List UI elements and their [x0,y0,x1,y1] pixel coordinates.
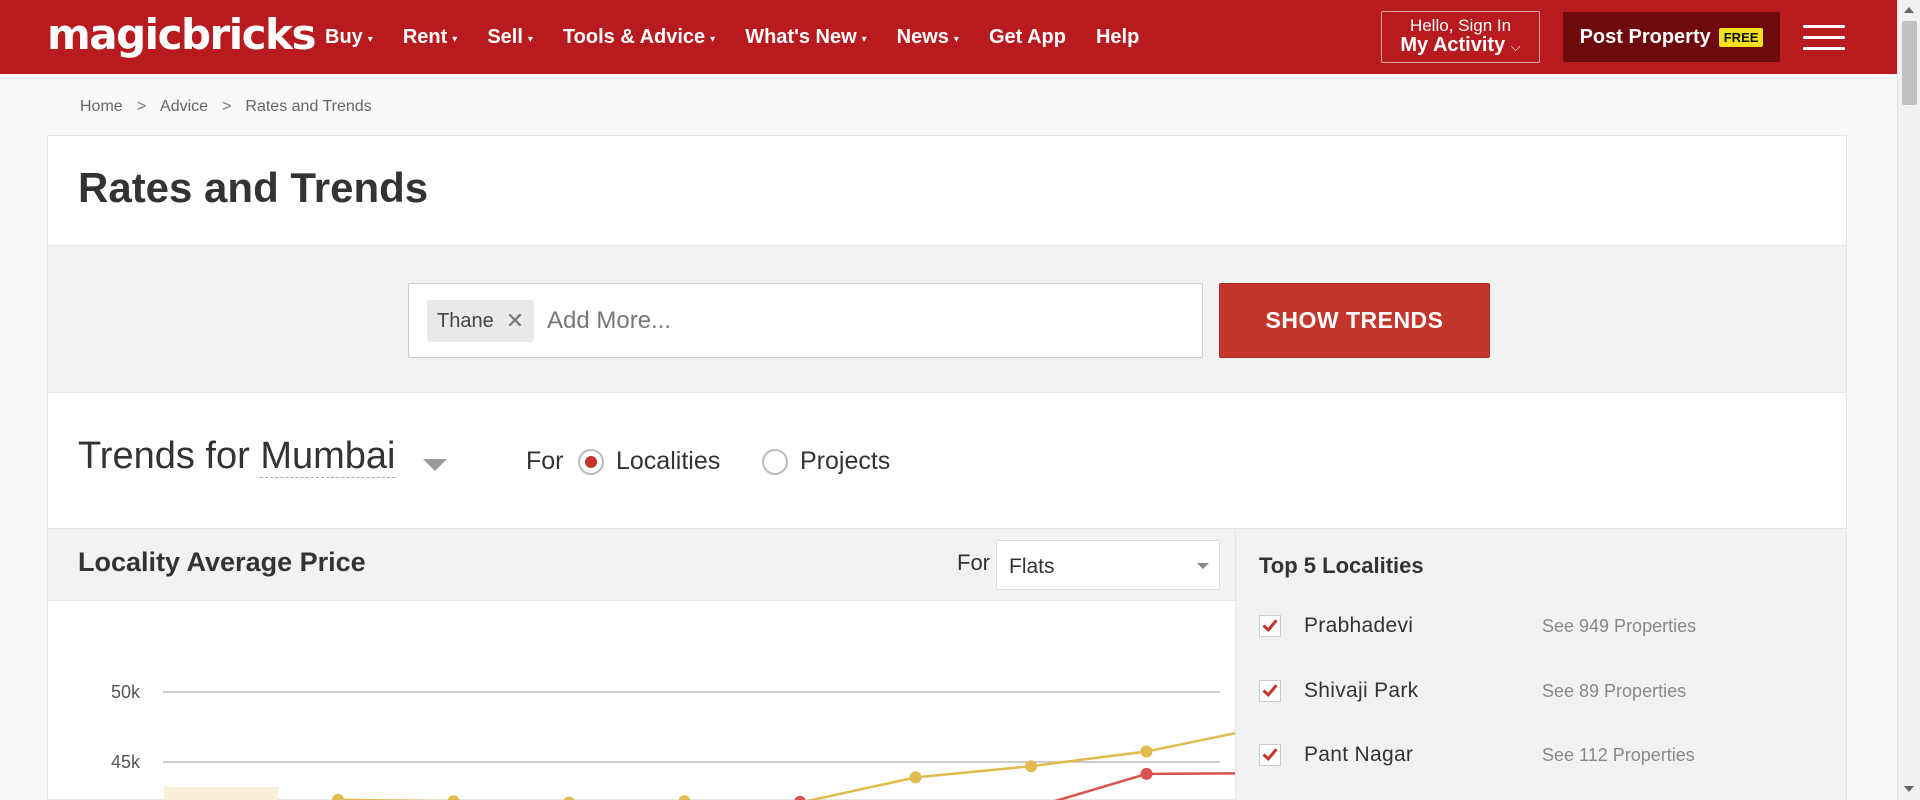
nav-help[interactable]: Help [1096,26,1139,49]
chart-title: Locality Average Price [78,547,366,577]
magicbricks-logo[interactable]: magicbricks [47,10,316,59]
nav-rent[interactable]: Rent ▾ [403,26,457,49]
selected-city-chip: Thane ✕ [427,300,535,342]
page-scrollbar[interactable] [1897,0,1920,800]
series-line [1054,772,1235,800]
series-line [337,731,1235,800]
data-point[interactable] [909,771,922,784]
nav-news[interactable]: News ▾ [897,26,959,49]
signin-button[interactable]: Hello, Sign In My Activity ⌵ [1381,11,1540,63]
chip-label: Thane [437,309,494,332]
caret-down-icon: ▾ [452,33,458,45]
caret-down-icon: ▾ [527,33,533,45]
see-properties-link[interactable]: See 112 Properties [1542,745,1695,766]
locality-name: Pant Nagar [1304,743,1414,766]
nav-sell[interactable]: Sell ▾ [487,26,533,49]
nav-buy[interactable]: Buy ▾ [325,26,373,49]
trends-selector: Trends for Mumbai For Localities Project… [48,393,1846,528]
projects-radio[interactable]: Projects [762,447,890,476]
radio-unselected-icon [762,448,788,475]
nav-get-app[interactable]: Get App [989,26,1066,49]
data-point[interactable] [1140,767,1153,780]
locality-search-box[interactable]: Thane ✕ [408,283,1203,358]
top-navbar: magicbricks Buy ▾ Rent ▾ Sell ▾ Tools & Adv… [0,0,1920,74]
scroll-down-icon[interactable] [1904,786,1914,792]
locality-checkbox[interactable] [1259,680,1281,702]
main-nav: Buy ▾ Rent ▾ Sell ▾ Tools & Advice ▾ What's … [325,26,1169,49]
trends-heading: Trends for Mumbai [78,435,396,478]
breadcrumb-current: Rates and Trends [245,98,372,115]
data-point[interactable] [563,796,575,800]
chart-header: Locality Average Price For Flats [48,528,1235,601]
trends-prefix: Trends for [78,435,250,477]
caret-down-icon: ▾ [953,33,959,45]
see-properties-link[interactable]: See 949 Properties [1542,616,1696,637]
signin-hello: Hello, Sign In [1409,16,1512,35]
post-property-button[interactable]: Post Property FREE [1563,12,1780,62]
data-point[interactable] [1025,760,1037,773]
locality-name: Shivaji Park [1304,679,1419,702]
city-selector[interactable]: Mumbai [260,435,396,478]
top-localities-title: Top 5 Localities [1259,553,1424,578]
property-type-value: Flats [1009,555,1055,578]
scroll-up-icon[interactable] [1904,7,1914,13]
caret-down-icon: ▾ [861,33,867,45]
breadcrumb-separator: > [222,98,232,115]
checkmark-icon [1262,745,1278,761]
data-point[interactable] [678,795,691,800]
locality-checkbox[interactable] [1259,615,1281,637]
breadcrumb-home[interactable]: Home [80,98,123,116]
localities-label: Localities [616,447,721,475]
locality-row: Prabhadevi See 949 Properties [1259,611,1819,641]
my-activity-label: My Activity [1400,34,1506,56]
data-point[interactable] [332,793,344,800]
post-property-label: Post Property [1579,25,1711,48]
remove-chip-icon[interactable]: ✕ [506,308,524,334]
locality-row: Shivaji Park See 89 Properties [1259,676,1819,706]
caret-down-icon: ▾ [367,33,373,45]
checkmark-icon [1262,681,1278,697]
chart-highlight-band [164,787,278,800]
city-dropdown-icon[interactable] [423,459,447,471]
chevron-down-icon: ⌵ [1510,39,1521,54]
top-localities-panel: Top 5 Localities Prabhadevi See 949 Prop… [1235,528,1846,800]
projects-label: Projects [800,447,891,475]
y-tick-label: 50k [111,682,141,702]
for-label: For [526,447,564,475]
free-badge: FREE [1718,27,1764,47]
property-type-select[interactable]: Flats [996,540,1220,590]
breadcrumb-separator: > [136,98,147,115]
locality-price-chart: 50k 45k [111,682,1235,800]
radio-selected-icon [578,448,604,475]
page-title: Rates and Trends [78,164,429,211]
search-band: Thane ✕ SHOW TRENDS [48,245,1846,393]
main-card: Rates and Trends Thane ✕ SHOW TRENDS Tre… [47,135,1847,800]
see-properties-link[interactable]: See 89 Properties [1542,681,1686,702]
scrollbar-thumb[interactable] [1902,21,1917,105]
caret-down-icon: ▾ [710,33,716,45]
locality-row: Pant Nagar See 112 Properties [1259,740,1819,770]
data-point[interactable] [794,795,806,800]
locality-checkbox[interactable] [1259,744,1281,766]
add-more-input[interactable] [547,305,1147,337]
localities-radio[interactable]: Localities [578,447,720,476]
nav-whats-new[interactable]: What's New ▾ [745,26,866,49]
locality-name: Prabhadevi [1304,614,1414,637]
data-point[interactable] [1140,745,1153,758]
property-type-label: For [957,550,990,575]
data-point[interactable] [447,795,460,800]
show-trends-button[interactable]: SHOW TRENDS [1219,283,1490,358]
breadcrumb: Home > Advice > Rates and Trends [80,98,372,116]
hamburger-menu-icon[interactable] [1803,25,1845,51]
dropdown-arrow-icon [1197,563,1209,569]
nav-tools-advice[interactable]: Tools & Advice ▾ [563,26,715,49]
checkmark-icon [1262,616,1278,632]
y-tick-label: 45k [111,752,141,772]
breadcrumb-advice[interactable]: Advice [160,98,208,116]
